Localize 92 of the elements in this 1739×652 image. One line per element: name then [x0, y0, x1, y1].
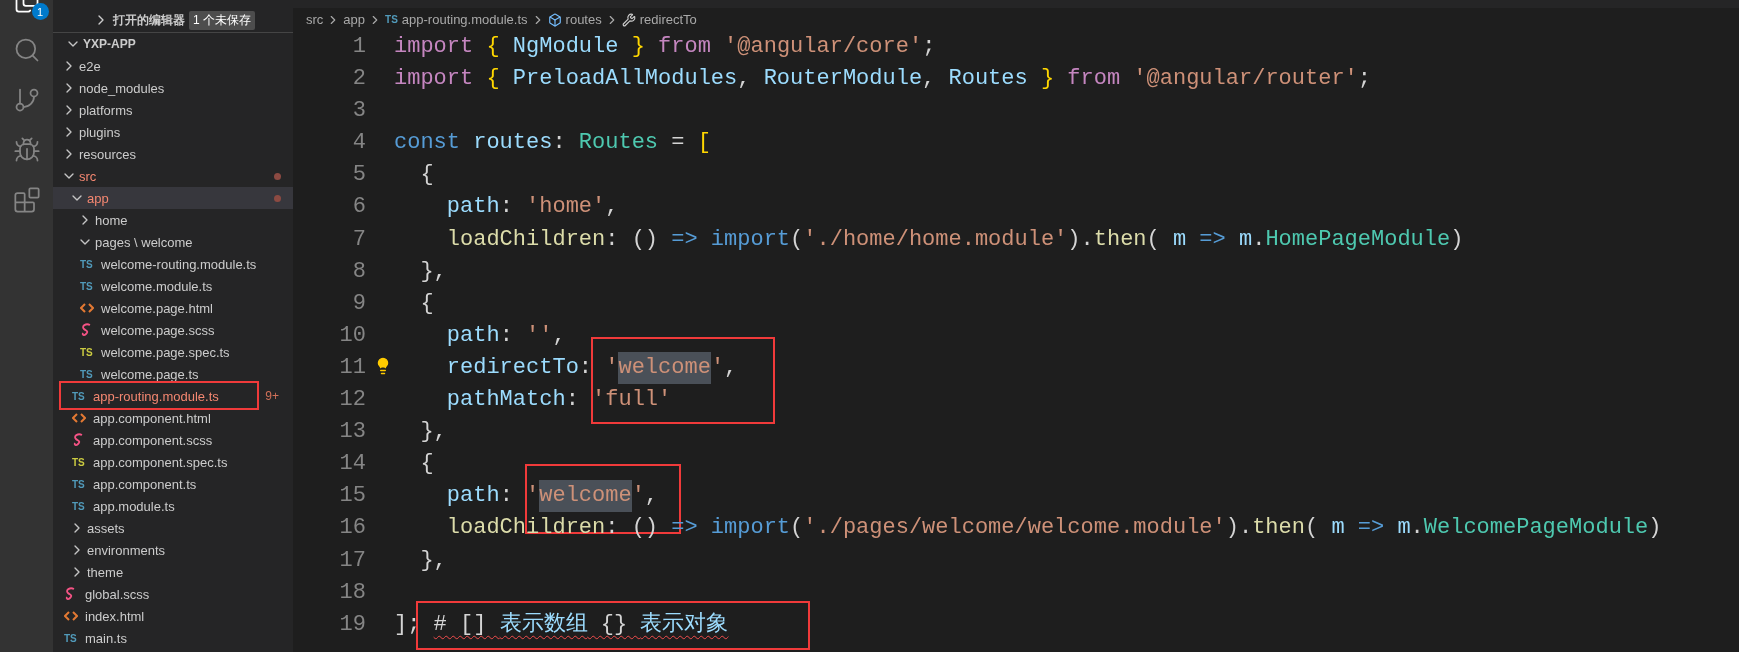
code-line: import { NgModule } from '@angular/core';	[394, 33, 936, 61]
code-line: const routes: Routes = [	[394, 129, 711, 158]
code-brackets-icon	[80, 302, 94, 314]
ts-file-icon: TS	[385, 14, 398, 25]
folder-item[interactable]: pages \ welcome	[53, 231, 293, 253]
file-item[interactable]: TS app-routing.module.ts 9+	[53, 385, 293, 407]
file-item[interactable]: TS app.component.spec.ts	[53, 451, 293, 473]
folder-item[interactable]: theme	[53, 561, 293, 583]
folder-item[interactable]: app	[53, 187, 293, 209]
file-item[interactable]: TS app.component.ts	[53, 473, 293, 495]
line-number: 11	[338, 353, 366, 382]
ts-file-icon: TS	[72, 390, 90, 402]
code-line: path: 'home',	[445, 193, 619, 222]
folder-item[interactable]: environments	[53, 539, 293, 561]
code-line: import { PreloadAllModules, RouterModule, Routes } from '@angular/router';	[394, 65, 1371, 94]
project-header[interactable]: YXP-APP	[53, 33, 293, 55]
code-line: },	[419, 257, 447, 286]
ts-file-icon: TS	[80, 368, 98, 380]
file-item[interactable]: global.scss	[53, 583, 293, 605]
status-dot	[274, 194, 281, 202]
folder-item[interactable]: platforms	[53, 99, 293, 121]
line-number: 6	[351, 193, 366, 222]
code-line: {	[419, 450, 434, 479]
blocks-icon[interactable]	[12, 186, 41, 214]
code-line: {	[419, 289, 434, 318]
folder-item[interactable]: resources	[53, 143, 293, 165]
code-line: loadChildren: () => import('./home/home.module').then( m => m.HomePageModule)	[445, 225, 1464, 254]
file-item[interactable]: TS welcome.page.spec.ts	[53, 341, 293, 363]
folder-item[interactable]: assets	[53, 517, 293, 539]
ts-file-icon: TS	[72, 456, 90, 468]
line-number: 8	[351, 257, 366, 286]
code-line: path: '',	[445, 321, 566, 350]
folder-item[interactable]: plugins	[53, 121, 293, 143]
line-number: 16	[338, 514, 366, 543]
line-number: 18	[338, 578, 366, 607]
code-line: },	[419, 546, 447, 575]
code-brackets-icon	[64, 610, 78, 622]
file-item[interactable]: app.component.scss	[53, 429, 293, 451]
folder-item[interactable]: e2e	[53, 55, 293, 77]
ts-file-icon: TS	[80, 346, 98, 358]
line-number: 19	[338, 610, 366, 639]
ts-file-icon: TS	[72, 478, 90, 490]
line-number: 1	[351, 33, 366, 61]
unsaved-badge: 1 个未保存	[189, 10, 255, 30]
folder-item[interactable]: node_modules	[53, 77, 293, 99]
folder-item[interactable]: src	[53, 165, 293, 187]
breadcrumb-item[interactable]: redirectTo	[621, 12, 697, 27]
file-item[interactable]: TS welcome.page.ts	[53, 363, 293, 385]
file-item[interactable]: TS welcome-routing.module.ts	[53, 253, 293, 275]
code-line: {	[419, 161, 434, 190]
ts-file-icon: TS	[80, 280, 98, 292]
status-dot	[274, 172, 281, 180]
breadcrumb-item[interactable]: app	[343, 12, 366, 27]
line-number: 3	[351, 97, 366, 126]
code-line: redirectTo: 'welcome',	[394, 351, 738, 385]
line-number: 17	[338, 546, 366, 575]
file-item[interactable]: TS app.module.ts	[53, 495, 293, 517]
line-number: 10	[338, 321, 366, 350]
line-number: 13	[338, 418, 366, 447]
code-line: ]; # [] 表示数组 {} 表示对象	[394, 608, 729, 641]
file-item[interactable]: TS main.ts	[53, 627, 293, 649]
code-line: },	[419, 418, 447, 447]
file-item[interactable]: app.component.html	[53, 407, 293, 429]
file-item[interactable]: TS welcome.module.ts	[53, 275, 293, 297]
bug-icon[interactable]	[12, 136, 41, 164]
ts-file-icon: TS	[72, 500, 90, 512]
line-number: 5	[351, 161, 366, 190]
ts-file-icon: TS	[80, 258, 98, 270]
breadcrumb-item[interactable]: routes	[547, 12, 602, 27]
line-number: 7	[351, 225, 366, 254]
cube-icon	[547, 12, 562, 27]
line-number: 12	[338, 386, 366, 415]
line-number: 4	[351, 129, 366, 158]
wrench-icon	[621, 12, 636, 27]
file-item[interactable]: welcome.page.html	[53, 297, 293, 319]
code-brackets-icon	[72, 412, 86, 424]
section-header[interactable]: 打开的编辑器 1 个未保存	[53, 9, 293, 33]
line-number: 14	[338, 450, 366, 479]
code-line: path: 'welcome',	[394, 480, 659, 513]
line-number: 2	[351, 65, 366, 94]
line-number: 9	[351, 289, 366, 318]
file-item[interactable]: welcome.page.scss	[53, 319, 293, 341]
problem-count: 9+	[265, 389, 279, 403]
breadcrumb-item[interactable]: TS app-routing.module.ts	[385, 12, 528, 27]
count-badge: 1	[31, 3, 49, 20]
ts-file-icon: TS	[64, 632, 82, 644]
folder-item[interactable]: home	[53, 209, 293, 231]
file-item[interactable]: index.html	[53, 605, 293, 627]
section-title: 打开的编辑器	[113, 11, 185, 29]
code-line: pathMatch: 'full'	[445, 386, 672, 415]
breadcrumb-item[interactable]: src	[306, 12, 324, 27]
line-number: 15	[338, 482, 366, 511]
